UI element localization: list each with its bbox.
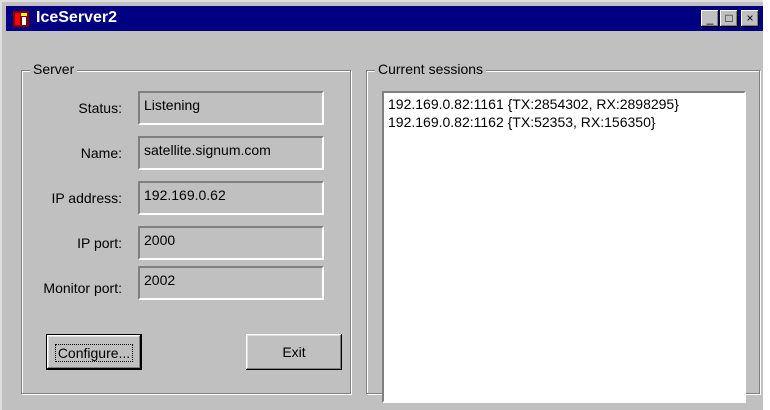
list-item[interactable]: 192.169.0.82:1161 {TX:2854302, RX:289829… [388,95,744,113]
maximize-button[interactable]: □ [720,10,738,27]
list-item[interactable]: 192.169.0.82:1162 {TX:52353, RX:156350} [388,113,744,131]
sessions-group-label: Current sessions [375,61,487,77]
ip-address-field: 192.169.0.62 [138,181,324,215]
monitor-port-label: Monitor port: [43,280,122,296]
ip-address-label: IP address: [51,190,122,206]
configure-button[interactable]: Configure... [46,334,142,370]
monitor-port-field: 2002 [138,266,324,300]
configure-button-label: Configure... [54,344,134,362]
name-label: Name: [80,145,122,161]
app-icon [13,11,29,27]
exit-button[interactable]: Exit [246,334,342,370]
title-bar[interactable]: IceServer2 _ □ × [6,6,763,31]
name-field: satellite.signum.com [138,136,324,170]
status-label: Status: [78,100,122,116]
server-group-label: Server [30,61,78,77]
status-field: Listening [138,91,324,125]
minimize-button[interactable]: _ [701,10,719,27]
ip-port-label: IP port: [77,235,122,251]
sessions-list[interactable]: 192.169.0.82:1161 {TX:2854302, RX:289829… [382,91,746,403]
ip-port-field: 2000 [138,226,324,260]
main-window: IceServer2 _ □ × Server Status: Listenin… [0,0,763,410]
close-button[interactable]: × [741,10,759,27]
window-title: IceServer2 [36,9,117,26]
